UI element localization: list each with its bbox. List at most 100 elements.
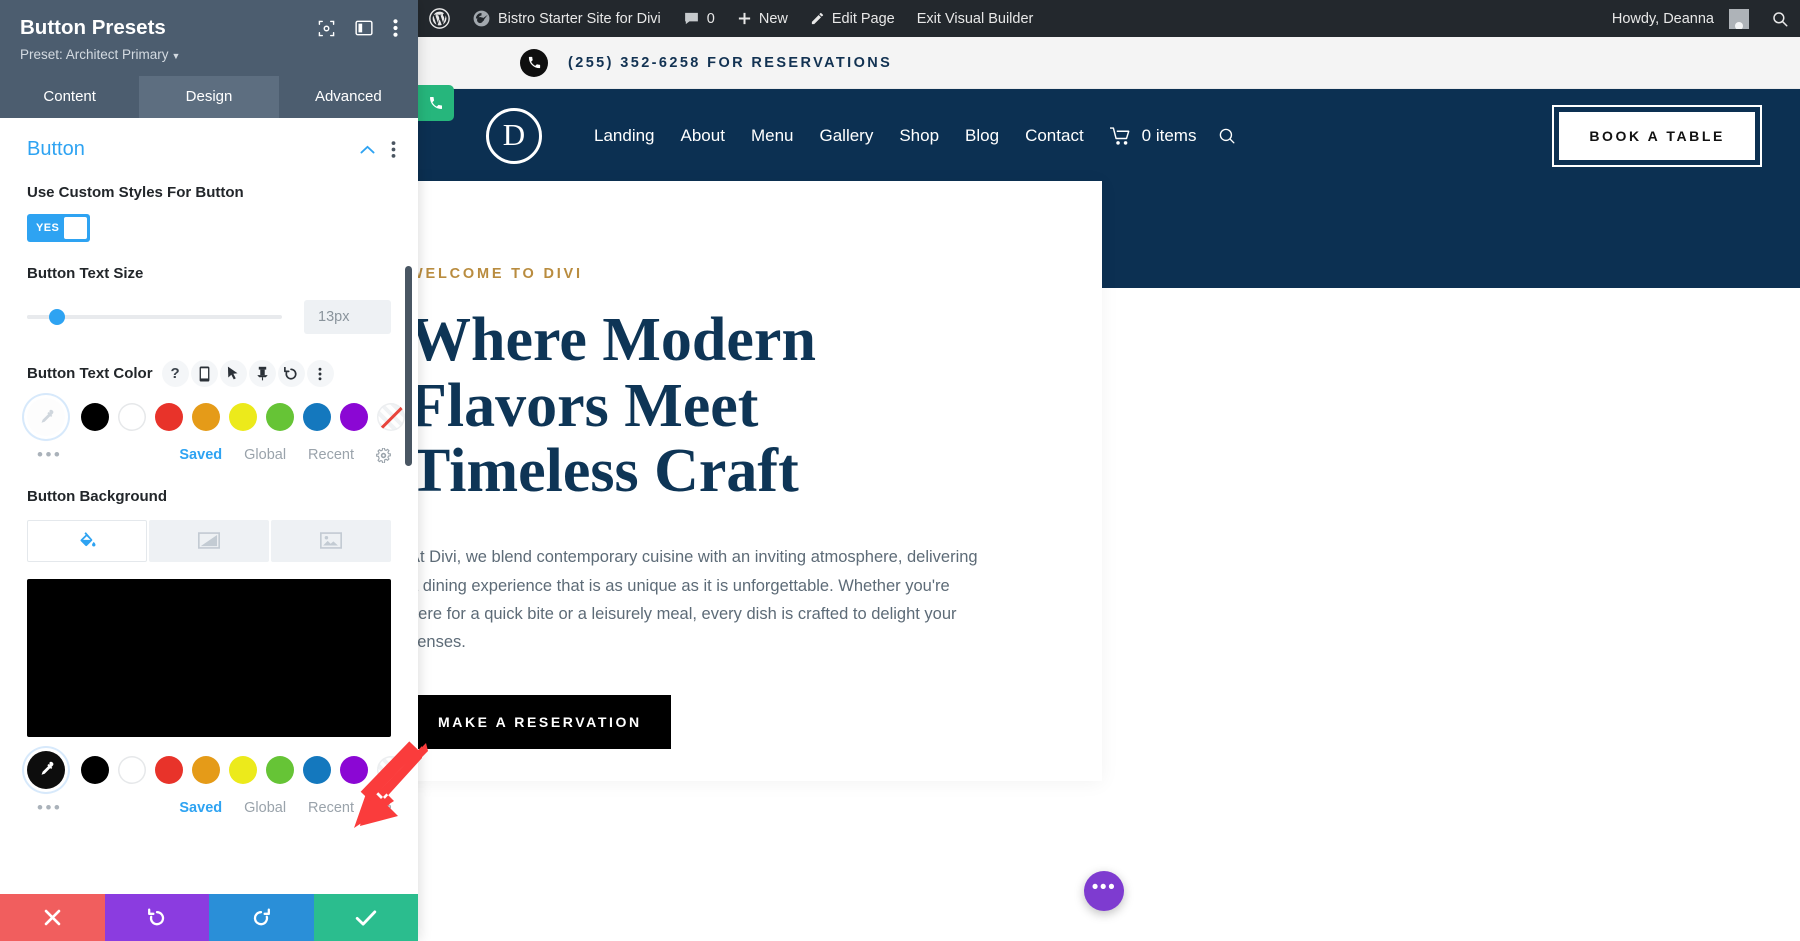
floating-phone-button[interactable] [418, 85, 454, 121]
eyedropper-icon [41, 409, 53, 423]
wordpress-logo-menu[interactable] [418, 0, 461, 37]
image-icon [320, 532, 342, 549]
bg-swatch-black[interactable] [81, 755, 109, 784]
toggle-knob [64, 216, 87, 239]
comments-menu[interactable]: 0 [672, 0, 726, 37]
background-type-tabs [0, 519, 418, 562]
annotation-arrow [354, 741, 428, 828]
bg-swatch-green[interactable] [266, 755, 294, 784]
button-text-size-field: Button Text Size 13px [0, 264, 418, 334]
slider-handle[interactable] [48, 309, 65, 325]
nav-item-landing[interactable]: Landing [594, 126, 655, 146]
undo-arrow-icon [147, 908, 164, 925]
undo-button[interactable] [104, 894, 209, 941]
text-color-eyedropper-button[interactable] [27, 398, 65, 436]
swatch-orange[interactable] [192, 403, 220, 431]
button-section-header: Button [0, 118, 418, 161]
palette-tab-global[interactable]: Global [244, 447, 286, 463]
custom-styles-toggle[interactable]: YES [27, 213, 90, 242]
expand-swatches-icon[interactable]: ••• [27, 445, 62, 465]
tab-content[interactable]: Content [0, 76, 139, 118]
panel-scrollbar-track[interactable] [405, 126, 415, 845]
bg-palette-tab-saved[interactable]: Saved [179, 800, 222, 816]
redo-button[interactable] [209, 894, 314, 941]
nav-item-about[interactable]: About [681, 126, 725, 146]
cart-link[interactable]: 0 items [1109, 126, 1197, 146]
nav-item-menu[interactable]: Menu [751, 126, 794, 146]
background-type-gradient[interactable] [149, 519, 269, 562]
responsive-phone-icon[interactable] [190, 360, 218, 387]
palette-settings-gear[interactable] [376, 447, 391, 463]
exit-visual-builder-link[interactable]: Exit Visual Builder [906, 0, 1045, 37]
edit-page-link[interactable]: Edit Page [799, 0, 906, 37]
button-text-size-input[interactable]: 13px [304, 300, 391, 334]
swatch-black[interactable] [81, 403, 109, 431]
cancel-button[interactable] [0, 894, 105, 941]
site-logo[interactable]: D [486, 108, 542, 164]
dashboard-icon [473, 10, 490, 27]
custom-styles-label: Use Custom Styles For Button [27, 184, 244, 201]
tab-design[interactable]: Design [139, 76, 279, 118]
nav-item-blog[interactable]: Blog [965, 126, 999, 146]
site-name-menu[interactable]: Bistro Starter Site for Divi [461, 0, 672, 37]
site-nav-links: Landing About Menu Gallery Shop Blog Con… [594, 126, 1084, 146]
swatch-purple[interactable] [340, 403, 368, 431]
background-type-color[interactable] [27, 519, 147, 562]
save-button[interactable] [313, 894, 418, 941]
focus-target-icon[interactable] [318, 20, 335, 37]
bg-swatch-orange[interactable] [192, 755, 220, 784]
button-background-label: Button Background [27, 488, 167, 505]
sticky-pin-icon[interactable] [248, 360, 276, 387]
paint-bucket-icon [80, 532, 95, 547]
bg-swatch-yellow[interactable] [229, 755, 257, 784]
book-a-table-button[interactable]: BOOK A TABLE [1552, 105, 1762, 167]
avatar [1729, 8, 1749, 29]
chevron-up-icon[interactable] [360, 145, 375, 154]
palette-tab-saved[interactable]: Saved [179, 447, 222, 463]
tab-advanced[interactable]: Advanced [279, 76, 418, 118]
palette-tab-recent[interactable]: Recent [308, 447, 354, 463]
account-menu[interactable]: Howdy, Deanna [1601, 0, 1760, 37]
site-search-button[interactable] [1218, 127, 1237, 146]
bg-swatch-white[interactable] [118, 755, 146, 784]
expand-bg-swatches-icon[interactable]: ••• [27, 798, 62, 818]
shopping-cart-icon [1109, 126, 1130, 145]
panel-action-bar [0, 894, 418, 941]
section-more-options-icon[interactable] [391, 141, 396, 158]
nav-item-shop[interactable]: Shop [899, 126, 939, 146]
admin-search-button[interactable] [1760, 0, 1800, 37]
panel-layout-icon[interactable] [355, 20, 373, 36]
background-color-eyedropper-button[interactable] [27, 750, 65, 789]
bg-swatch-red[interactable] [155, 755, 183, 784]
comment-count: 0 [706, 10, 715, 27]
help-icon[interactable]: ? [161, 360, 189, 387]
preset-selector[interactable]: Preset: Architect Primary ▼ [20, 47, 398, 76]
hero-content: WELCOME TO DIVI Where Modern Flavors Mee… [355, 181, 1102, 781]
divi-floating-menu-button[interactable]: ••• [1084, 871, 1124, 911]
bg-swatch-blue[interactable] [303, 755, 331, 784]
section-title: Button [27, 138, 85, 160]
swatch-yellow[interactable] [229, 403, 257, 431]
nav-item-gallery[interactable]: Gallery [819, 126, 873, 146]
reset-icon[interactable] [277, 360, 305, 387]
button-text-size-slider[interactable] [27, 309, 282, 325]
button-text-color-header: Button Text Color ? [0, 360, 418, 387]
site-navbar: D Landing About Menu Gallery Shop Blog C… [418, 89, 1800, 183]
swatch-red[interactable] [155, 403, 183, 431]
text-color-more-options-icon[interactable] [306, 360, 334, 387]
swatch-green[interactable] [266, 403, 294, 431]
background-color-preview[interactable] [27, 578, 391, 737]
new-content-menu[interactable]: New [726, 0, 799, 37]
bg-palette-tab-global[interactable]: Global [244, 800, 286, 816]
more-options-icon[interactable] [393, 19, 398, 37]
swatch-white[interactable] [118, 403, 146, 431]
background-type-image[interactable] [271, 519, 391, 562]
nav-item-contact[interactable]: Contact [1025, 126, 1084, 146]
swatch-blue[interactable] [303, 403, 331, 431]
panel-scrollbar-thumb[interactable] [405, 266, 412, 466]
make-a-reservation-button[interactable]: MAKE A RESERVATION [409, 694, 671, 749]
swatch-transparent[interactable] [377, 403, 405, 431]
hover-cursor-icon[interactable] [219, 360, 247, 387]
eyedropper-icon [41, 761, 53, 775]
cart-count-label: 0 items [1141, 126, 1197, 145]
